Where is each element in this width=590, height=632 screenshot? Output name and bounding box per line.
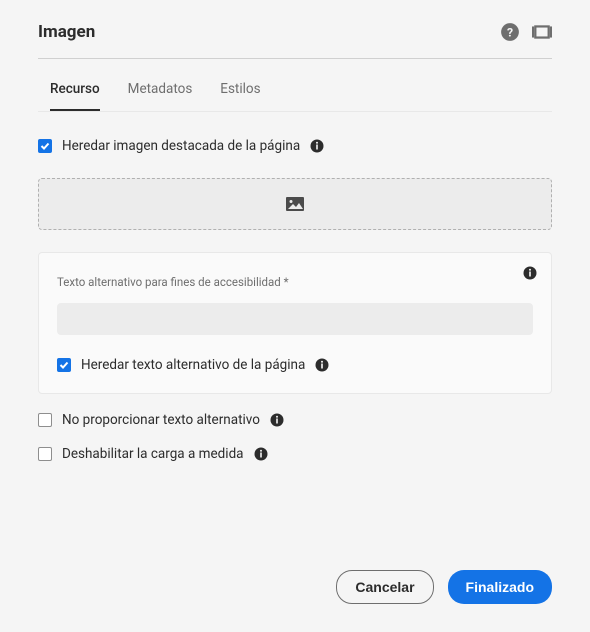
svg-text:?: ? [507, 25, 513, 39]
inherit-alt-checkbox[interactable] [57, 358, 71, 372]
alt-text-input[interactable] [57, 303, 533, 335]
help-icon[interactable]: ? [500, 22, 520, 42]
inherit-featured-row: Heredar imagen destacada de la página [38, 138, 552, 154]
cancel-button[interactable]: Cancelar [336, 570, 433, 604]
info-icon[interactable] [310, 139, 324, 153]
tab-estilos[interactable]: Estilos [220, 81, 260, 111]
tabs: Recurso Metadatos Estilos [38, 81, 552, 112]
image-icon [286, 197, 304, 211]
inherit-featured-checkbox[interactable] [38, 139, 52, 153]
inherit-featured-label: Heredar imagen destacada de la página [62, 138, 300, 154]
dialog-header: Imagen ? [38, 22, 552, 59]
image-dropzone[interactable] [38, 178, 552, 230]
done-button[interactable]: Finalizado [448, 570, 552, 604]
disable-lazy-row: Deshabilitar la carga a medida [38, 446, 552, 462]
no-alt-checkbox[interactable] [38, 413, 52, 427]
inherit-alt-row: Heredar texto alternativo de la página [57, 357, 533, 373]
tab-metadatos[interactable]: Metadatos [128, 81, 193, 111]
header-actions: ? [500, 22, 552, 42]
disable-lazy-label: Deshabilitar la carga a medida [62, 446, 244, 462]
info-icon[interactable] [315, 358, 329, 372]
alt-text-panel: Texto alternativo para fines de accesibi… [38, 252, 552, 394]
info-icon[interactable] [523, 265, 537, 284]
no-alt-label: No proporcionar texto alternativo [62, 412, 260, 428]
tab-recurso[interactable]: Recurso [50, 81, 100, 111]
image-dialog: Imagen ? Recurso Metadatos Estilos Hered… [0, 0, 590, 632]
fullscreen-icon[interactable] [532, 22, 552, 42]
no-alt-row: No proporcionar texto alternativo [38, 412, 552, 428]
dialog-title: Imagen [38, 22, 95, 42]
inherit-alt-label: Heredar texto alternativo de la página [81, 357, 305, 373]
disable-lazy-checkbox[interactable] [38, 447, 52, 461]
alt-text-label: Texto alternativo para fines de accesibi… [57, 275, 533, 289]
info-icon[interactable] [270, 413, 284, 427]
dialog-footer: Cancelar Finalizado [336, 570, 552, 604]
info-icon[interactable] [254, 447, 268, 461]
